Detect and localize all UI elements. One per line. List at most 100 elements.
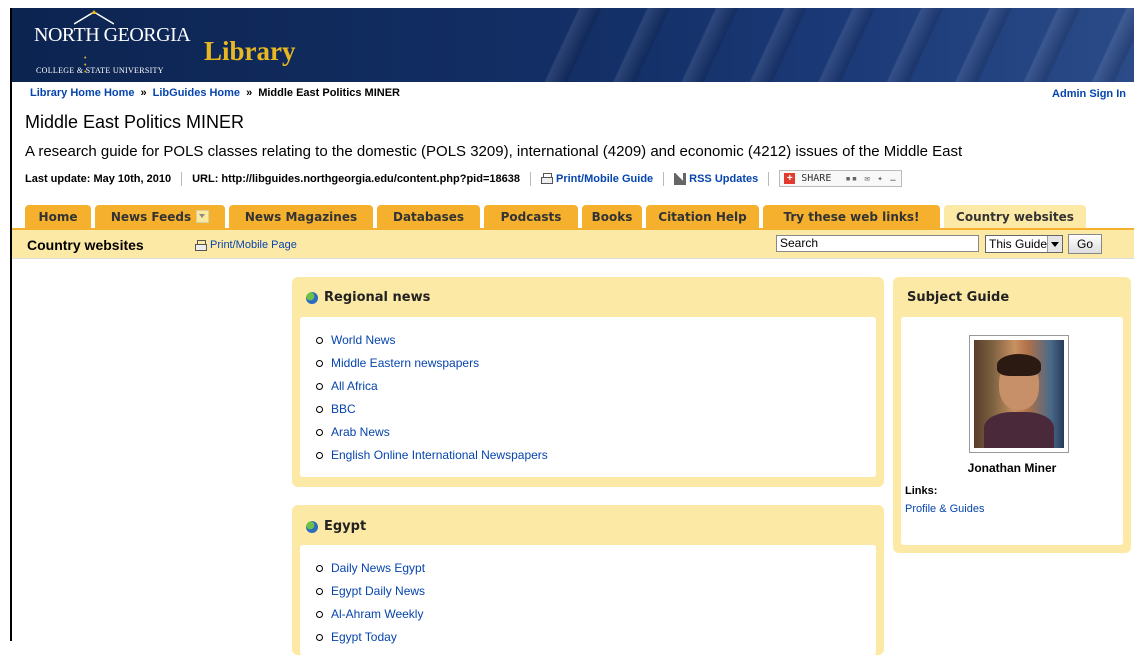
guide-tabs: Home News Feeds News Magazines Databases…: [25, 205, 1090, 228]
profile-links: Profile & Guides: [905, 503, 984, 515]
tab-databases[interactable]: Databases: [377, 205, 480, 228]
bullet-icon: [316, 588, 323, 595]
tab-country-websites[interactable]: Country websites: [944, 205, 1086, 228]
page-description: A research guide for POLS classes relati…: [25, 143, 963, 160]
library-label: Library: [204, 36, 296, 66]
breadcrumb-libguides-home[interactable]: LibGuides Home: [153, 87, 240, 99]
link-al-ahram-weekly[interactable]: Al-Ahram Weekly: [331, 603, 423, 626]
admin-sign-in-link[interactable]: Admin Sign In: [1052, 88, 1126, 100]
profile-photo: [974, 340, 1064, 448]
breadcrumb-library-home[interactable]: Library Home Home: [30, 87, 135, 99]
logo-title: NORTH GEORGIA: [34, 24, 191, 46]
header-decoration: [534, 8, 1134, 82]
bullet-icon: [316, 611, 323, 618]
link-egypt-today[interactable]: Egypt Today: [331, 626, 397, 649]
box-title-text: Regional news: [324, 290, 431, 305]
tab-citation-help[interactable]: Citation Help: [646, 205, 759, 228]
link-egypt-daily-news[interactable]: Egypt Daily News: [331, 580, 425, 603]
search-go-button[interactable]: Go: [1068, 234, 1102, 254]
box-title-text: Egypt: [324, 519, 367, 534]
list-item: English Online International Newspapers: [316, 444, 548, 467]
photo-shirt: [984, 412, 1054, 448]
site-header: NORTH GEORGIA • • • COLLEGE & STATE UNIV…: [12, 8, 1134, 82]
bullet-icon: [316, 565, 323, 572]
profile-and-guides-link[interactable]: Profile & Guides: [905, 503, 984, 515]
subject-guide-box: Subject Guide Jonathan Miner Links: Prof…: [893, 277, 1131, 553]
list-item: Egypt Today: [316, 626, 425, 649]
guide-author-name: Jonathan Miner: [967, 461, 1057, 475]
tab-label: Podcasts: [500, 209, 562, 224]
share-button[interactable]: + SHARE ▪▪ ✉ ✦ …: [779, 170, 902, 187]
tab-label: Citation Help: [658, 209, 747, 224]
share-plus-icon: +: [784, 173, 796, 184]
egypt-news-list: Daily News Egypt Egypt Daily News Al-Ahr…: [316, 557, 425, 649]
tab-podcasts[interactable]: Podcasts: [484, 205, 578, 228]
print-guide-link[interactable]: Print/Mobile Guide: [540, 173, 653, 185]
print-page-link[interactable]: Print/Mobile Page: [195, 239, 297, 251]
tab-news-magazines[interactable]: News Magazines: [229, 205, 373, 228]
breadcrumb-separator: »: [140, 87, 147, 99]
box-title: Regional news: [306, 290, 430, 305]
box-title: Egypt: [306, 519, 366, 534]
page: NORTH GEORGIA • • • COLLEGE & STATE UNIV…: [0, 0, 1134, 655]
rss-label[interactable]: RSS Updates: [689, 173, 758, 185]
share-label: SHARE: [801, 173, 832, 184]
list-item: Arab News: [316, 421, 548, 444]
box-content: Jonathan Miner Links: Profile & Guides: [901, 317, 1123, 545]
tab-label: Country websites: [956, 209, 1074, 224]
chevron-down-icon[interactable]: [1047, 236, 1062, 252]
box-title: Subject Guide: [907, 290, 1009, 305]
guide-meta-bar: Last update: May 10th, 2010 URL: http://…: [25, 170, 902, 187]
tab-books[interactable]: Books: [582, 205, 642, 228]
box-content: World News Middle Eastern newspapers All…: [300, 317, 876, 477]
link-arab-news[interactable]: Arab News: [331, 421, 390, 444]
link-daily-news-egypt[interactable]: Daily News Egypt: [331, 557, 425, 580]
tab-label: Try these web links!: [783, 209, 920, 224]
tab-news-feeds[interactable]: News Feeds: [95, 205, 225, 228]
breadcrumb-current: Middle East Politics MINER: [258, 87, 400, 99]
link-middle-eastern-newspapers[interactable]: Middle Eastern newspapers: [331, 352, 479, 375]
page-title: Middle East Politics MINER: [25, 112, 245, 132]
search-input[interactable]: Search: [776, 235, 979, 252]
tab-label: News Magazines: [244, 209, 358, 224]
search-scope-select[interactable]: This Guide: [985, 235, 1063, 253]
link-bbc[interactable]: BBC: [331, 398, 356, 421]
top-border: [10, 0, 1134, 8]
logo-subtitle: COLLEGE & STATE UNIVERSITY: [36, 66, 164, 75]
current-page-title: Country websites: [27, 237, 144, 253]
link-all-africa[interactable]: All Africa: [331, 375, 378, 398]
bullet-icon: [316, 360, 323, 367]
divider: [529, 171, 531, 186]
link-world-news[interactable]: World News: [331, 329, 395, 352]
divider: [181, 171, 183, 186]
rss-icon: [674, 171, 687, 185]
left-border: [0, 0, 12, 641]
tab-try-these-web-links[interactable]: Try these web links!: [763, 205, 940, 228]
link-english-online-international-newspapers[interactable]: English Online International Newspapers: [331, 444, 548, 467]
tab-label: Databases: [392, 209, 464, 224]
page-subbar: Country websites Print/Mobile Page Searc…: [12, 228, 1134, 259]
box-title-text: Subject Guide: [907, 290, 1010, 305]
bullet-icon: [316, 337, 323, 344]
rss-link[interactable]: RSS Updates: [674, 171, 758, 185]
guide-url: URL: http://libguides.northgeorgia.edu/c…: [192, 172, 520, 185]
dropdown-arrow-icon[interactable]: [196, 210, 210, 223]
print-page-label[interactable]: Print/Mobile Page: [210, 239, 297, 251]
last-update: Last update: May 10th, 2010: [25, 172, 172, 185]
list-item: Daily News Egypt: [316, 557, 425, 580]
print-guide-label[interactable]: Print/Mobile Guide: [556, 173, 653, 185]
tab-home[interactable]: Home: [25, 205, 91, 228]
bullet-icon: [316, 452, 323, 459]
share-services-icon: ▪▪ ✉ ✦ …: [845, 173, 897, 184]
list-item: All Africa: [316, 375, 548, 398]
list-item: Egypt Daily News: [316, 580, 425, 603]
breadcrumb-separator: »: [246, 87, 253, 99]
photo-hair: [997, 354, 1041, 376]
search-scope-value: This Guide: [989, 237, 1048, 251]
divider: [663, 171, 665, 186]
egypt-box: Egypt Daily News Egypt Egypt Daily News …: [292, 505, 884, 655]
printer-icon: [195, 239, 207, 251]
tab-label: Home: [38, 209, 78, 224]
list-item: World News: [316, 329, 548, 352]
bullet-icon: [316, 383, 323, 390]
